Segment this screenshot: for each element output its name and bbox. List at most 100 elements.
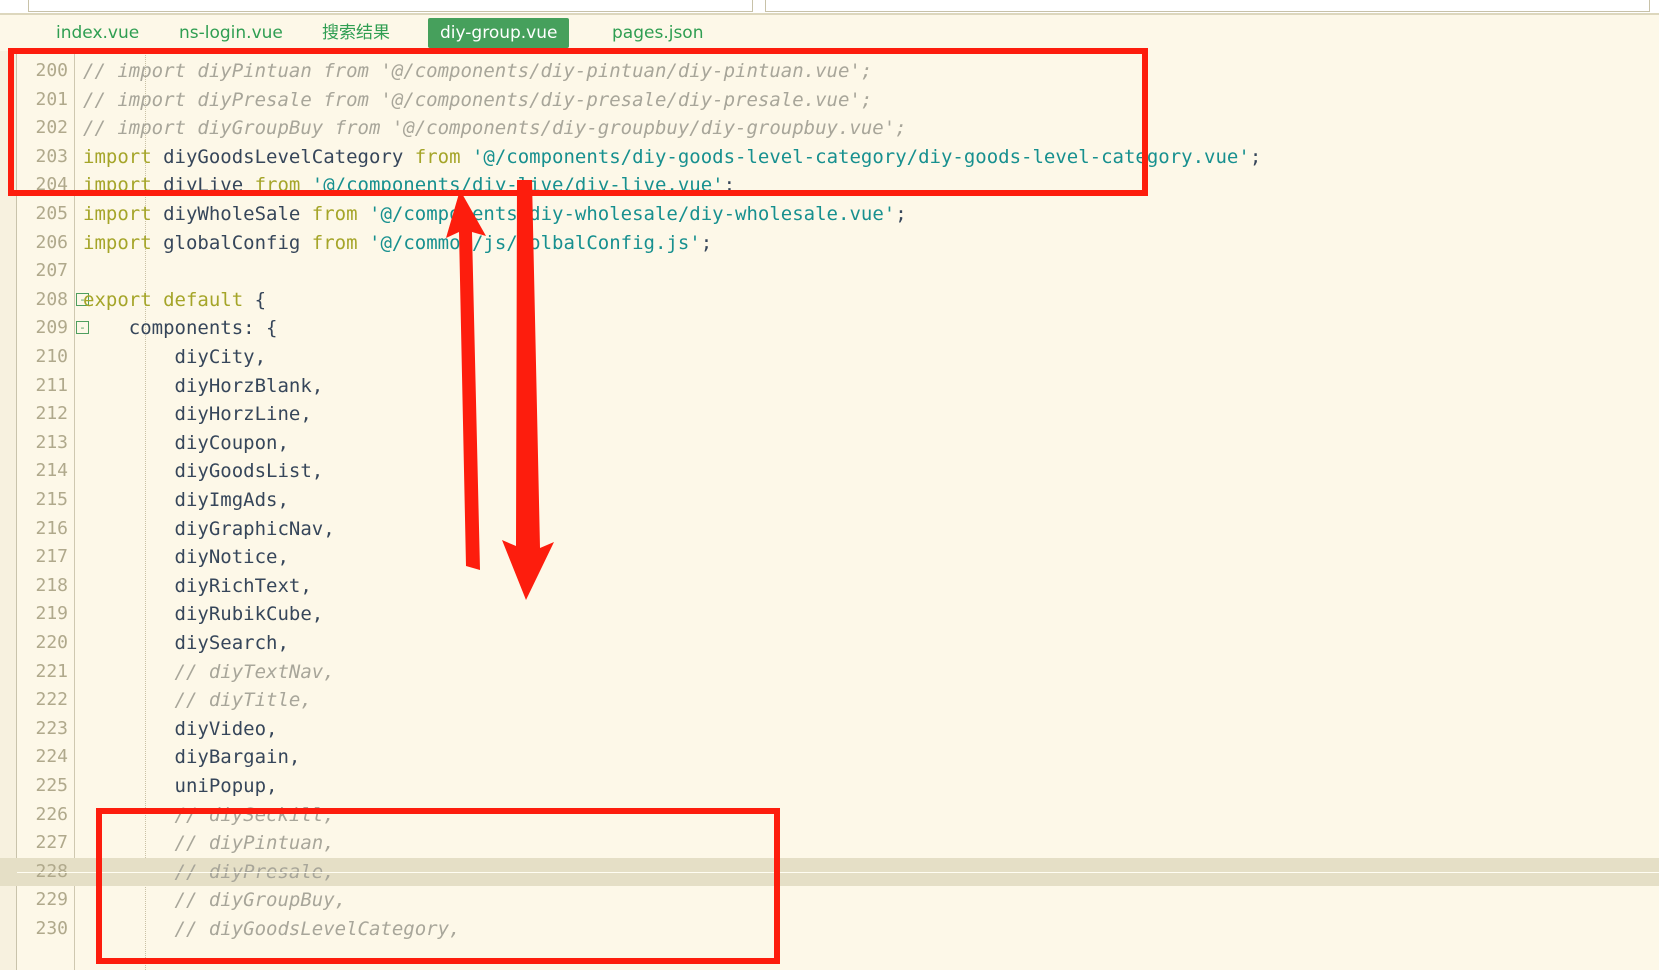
tab-pages-json[interactable]: pages.json — [600, 18, 715, 48]
code-line[interactable]: 216 diyGraphicNav, — [0, 515, 1659, 544]
code-text: import globalConfig from '@/common/js/go… — [83, 229, 712, 258]
token-punc: ; — [723, 174, 736, 197]
line-number: 222 — [35, 689, 68, 711]
token-ident: diyHorzBlank, — [83, 374, 324, 397]
tab-ns-login-vue[interactable]: ns-login.vue — [167, 18, 295, 48]
token-ident: diyRubikCube, — [83, 603, 324, 626]
line-number: 209 — [35, 317, 68, 339]
code-line[interactable]: 205 import diyWholeSale from '@/component… — [0, 200, 1659, 229]
code-text: // diyTitle, — [83, 686, 312, 715]
token-ident: diyBargain, — [83, 746, 301, 769]
code-text: // import diyPintuan from '@/components/… — [83, 57, 872, 86]
line-number: 202 — [35, 117, 68, 139]
code-text: diyNotice, — [83, 543, 289, 572]
code-line[interactable]: 208- export default { — [0, 286, 1659, 315]
code-line[interactable]: 220 diySearch, — [0, 629, 1659, 658]
line-number: 211 — [35, 374, 68, 396]
token-comment: // diyGoodsLevelCategory, — [83, 918, 461, 940]
code-text: diyRichText, — [83, 572, 312, 601]
code-text: // diySeckill, — [83, 801, 335, 830]
code-line[interactable]: 226 // diySeckill, — [0, 801, 1659, 830]
line-number: 214 — [35, 460, 68, 482]
token-kw: from — [311, 231, 358, 254]
token-punc: ; — [895, 203, 907, 225]
code-line[interactable]: 223 diyVideo, — [0, 715, 1659, 744]
code-text: // diyPintuan, — [83, 829, 335, 858]
line-number: 224 — [35, 746, 68, 768]
code-line[interactable]: 214 diyGoodsList, — [0, 457, 1659, 486]
token-ident: diyGraphicNav, — [83, 517, 335, 540]
token-kw: import — [83, 231, 152, 254]
line-number: 205 — [35, 203, 68, 224]
code-line[interactable]: 206 import globalConfig from '@/common/js… — [0, 229, 1659, 258]
token-comment: // diyPintuan, — [83, 832, 335, 855]
code-text: import diyLive from '@/components/diy-li… — [83, 171, 735, 200]
code-text: export default { — [83, 286, 266, 315]
code-text: import diyWholeSale from '@/components/d… — [83, 200, 907, 229]
code-line[interactable]: 211 diyHorzBlank, — [0, 372, 1659, 401]
code-line[interactable]: 222 // diyTitle, — [0, 686, 1659, 715]
code-line[interactable]: 217 diyNotice, — [0, 543, 1659, 572]
line-number: 206 — [35, 231, 68, 253]
token-ident: diyRichText, — [83, 574, 312, 597]
tab-diy-group-vue[interactable]: diy-group.vue — [428, 18, 570, 48]
token-ident: diyHorzLine, — [83, 403, 312, 426]
token-kw: from — [254, 174, 301, 197]
line-number: 223 — [35, 717, 68, 739]
code-line[interactable]: 200 // import diyPintuan from '@/componen… — [0, 57, 1659, 86]
code-text: // import diyPresale from '@/components/… — [83, 86, 872, 115]
code-text: // diyGroupBuy, — [83, 886, 347, 915]
code-line[interactable]: 224 diyBargain, — [0, 743, 1659, 772]
code-line[interactable]: 203 import diyGoodsLevelCategory from '@/… — [0, 143, 1659, 172]
code-line[interactable]: 201 // import diyPresale from '@/componen… — [0, 86, 1659, 115]
code-text: // diyPresale, — [83, 858, 335, 887]
code-line[interactable]: 218 diyRichText, — [0, 572, 1659, 601]
token-punc: ; — [700, 231, 713, 254]
tab-[interactable]: 搜索结果 — [310, 18, 402, 48]
token-ident: diyGoodsList, — [83, 460, 324, 483]
token-ident: globalConfig — [151, 231, 312, 254]
code-text: // diyTextNav, — [83, 658, 335, 687]
line-number: 229 — [35, 889, 68, 911]
token-comment: // import diyPintuan from '@/components/… — [83, 60, 873, 82]
line-number: 226 — [35, 803, 68, 825]
line-number: 221 — [35, 660, 68, 682]
code-line[interactable]: 202 // import diyGroupBuy from '@/compone… — [0, 114, 1659, 143]
code-line[interactable]: 227 // diyPintuan, — [0, 829, 1659, 858]
token-kw: export default — [83, 288, 244, 311]
code-line[interactable]: 210 diyCity, — [0, 343, 1659, 372]
token-ident: diyCity, — [83, 346, 267, 368]
code-line[interactable]: 204 import diyLive from '@/components/diy… — [0, 171, 1659, 200]
code-text: diyCity, — [83, 343, 267, 372]
tab-index-vue[interactable]: index.vue — [44, 18, 151, 48]
line-number: 230 — [35, 918, 68, 939]
token-ident: diyImgAds, — [83, 489, 289, 511]
token-str: '@/components/diy-goods-level-category/d… — [460, 145, 1250, 168]
line-number: 200 — [35, 60, 68, 81]
code-line[interactable]: 215 diyImgAds, — [0, 486, 1659, 515]
code-text: diyHorzBlank, — [83, 372, 324, 401]
line-number: 218 — [35, 574, 68, 596]
code-line[interactable]: 219 diyRubikCube, — [0, 600, 1659, 629]
code-line[interactable]: 212 diyHorzLine, — [0, 400, 1659, 429]
code-line[interactable]: 225 uniPopup, — [0, 772, 1659, 801]
token-comment: // diyGroupBuy, — [83, 889, 347, 912]
token-punc: ; — [1249, 145, 1262, 168]
code-text: diyImgAds, — [83, 486, 289, 515]
code-line[interactable]: 229 // diyGroupBuy, — [0, 886, 1659, 915]
code-editor-screenshot: index.vue ns-login.vue 搜索结果 diy-group.vue pa… — [0, 0, 1659, 970]
code-line[interactable]: 221 // diyTextNav, — [0, 658, 1659, 687]
code-line[interactable]: 207 — [0, 257, 1659, 286]
token-ident: diyGoodsLevelCategory — [151, 145, 415, 168]
code-line[interactable]: 213 diyCoupon, — [0, 429, 1659, 458]
code-line[interactable]: 209- components: { — [0, 314, 1659, 343]
line-number: 204 — [35, 174, 68, 196]
code-line[interactable]: 230 // diyGoodsLevelCategory, — [0, 915, 1659, 944]
token-comment: // import diyGroupBuy from '@/components… — [83, 117, 907, 140]
token-ident: diyNotice, — [83, 546, 289, 569]
line-number: 220 — [35, 632, 68, 653]
token-comment: // import diyPresale from '@/components/… — [83, 88, 873, 111]
code-editor-surface[interactable]: 200 // import diyPintuan from '@/componen… — [0, 51, 1659, 970]
code-line[interactable]: 228 // diyPresale, — [0, 857, 1659, 887]
line-number: 208 — [35, 288, 68, 310]
